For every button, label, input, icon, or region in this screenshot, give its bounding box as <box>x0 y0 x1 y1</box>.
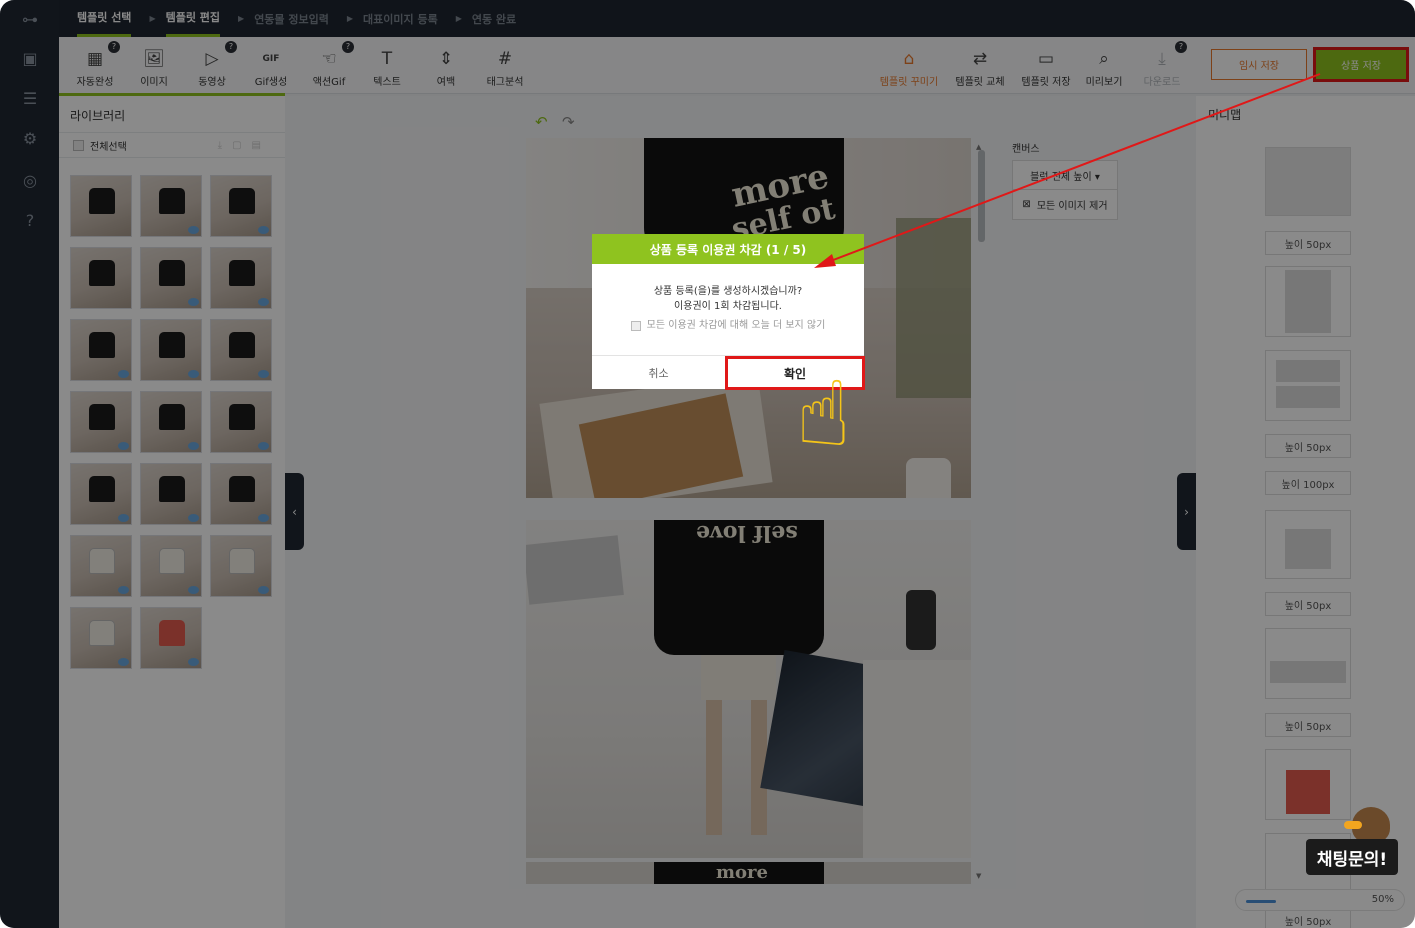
chat-inquiry-button[interactable]: 채팅문의! <box>1306 807 1398 875</box>
bird-beak <box>1344 821 1362 829</box>
chat-label: 채팅문의! <box>1306 839 1398 875</box>
app-window: ⊶ ▣ ☰ ⚙ ◎ ? 템플릿 선택 ▶ 템플릿 편집 ▶ 연동몰 정보입력 ▶… <box>0 0 1415 928</box>
annotation-arrow <box>814 73 1321 268</box>
pointing-hand-icon: ☝ <box>796 362 851 467</box>
